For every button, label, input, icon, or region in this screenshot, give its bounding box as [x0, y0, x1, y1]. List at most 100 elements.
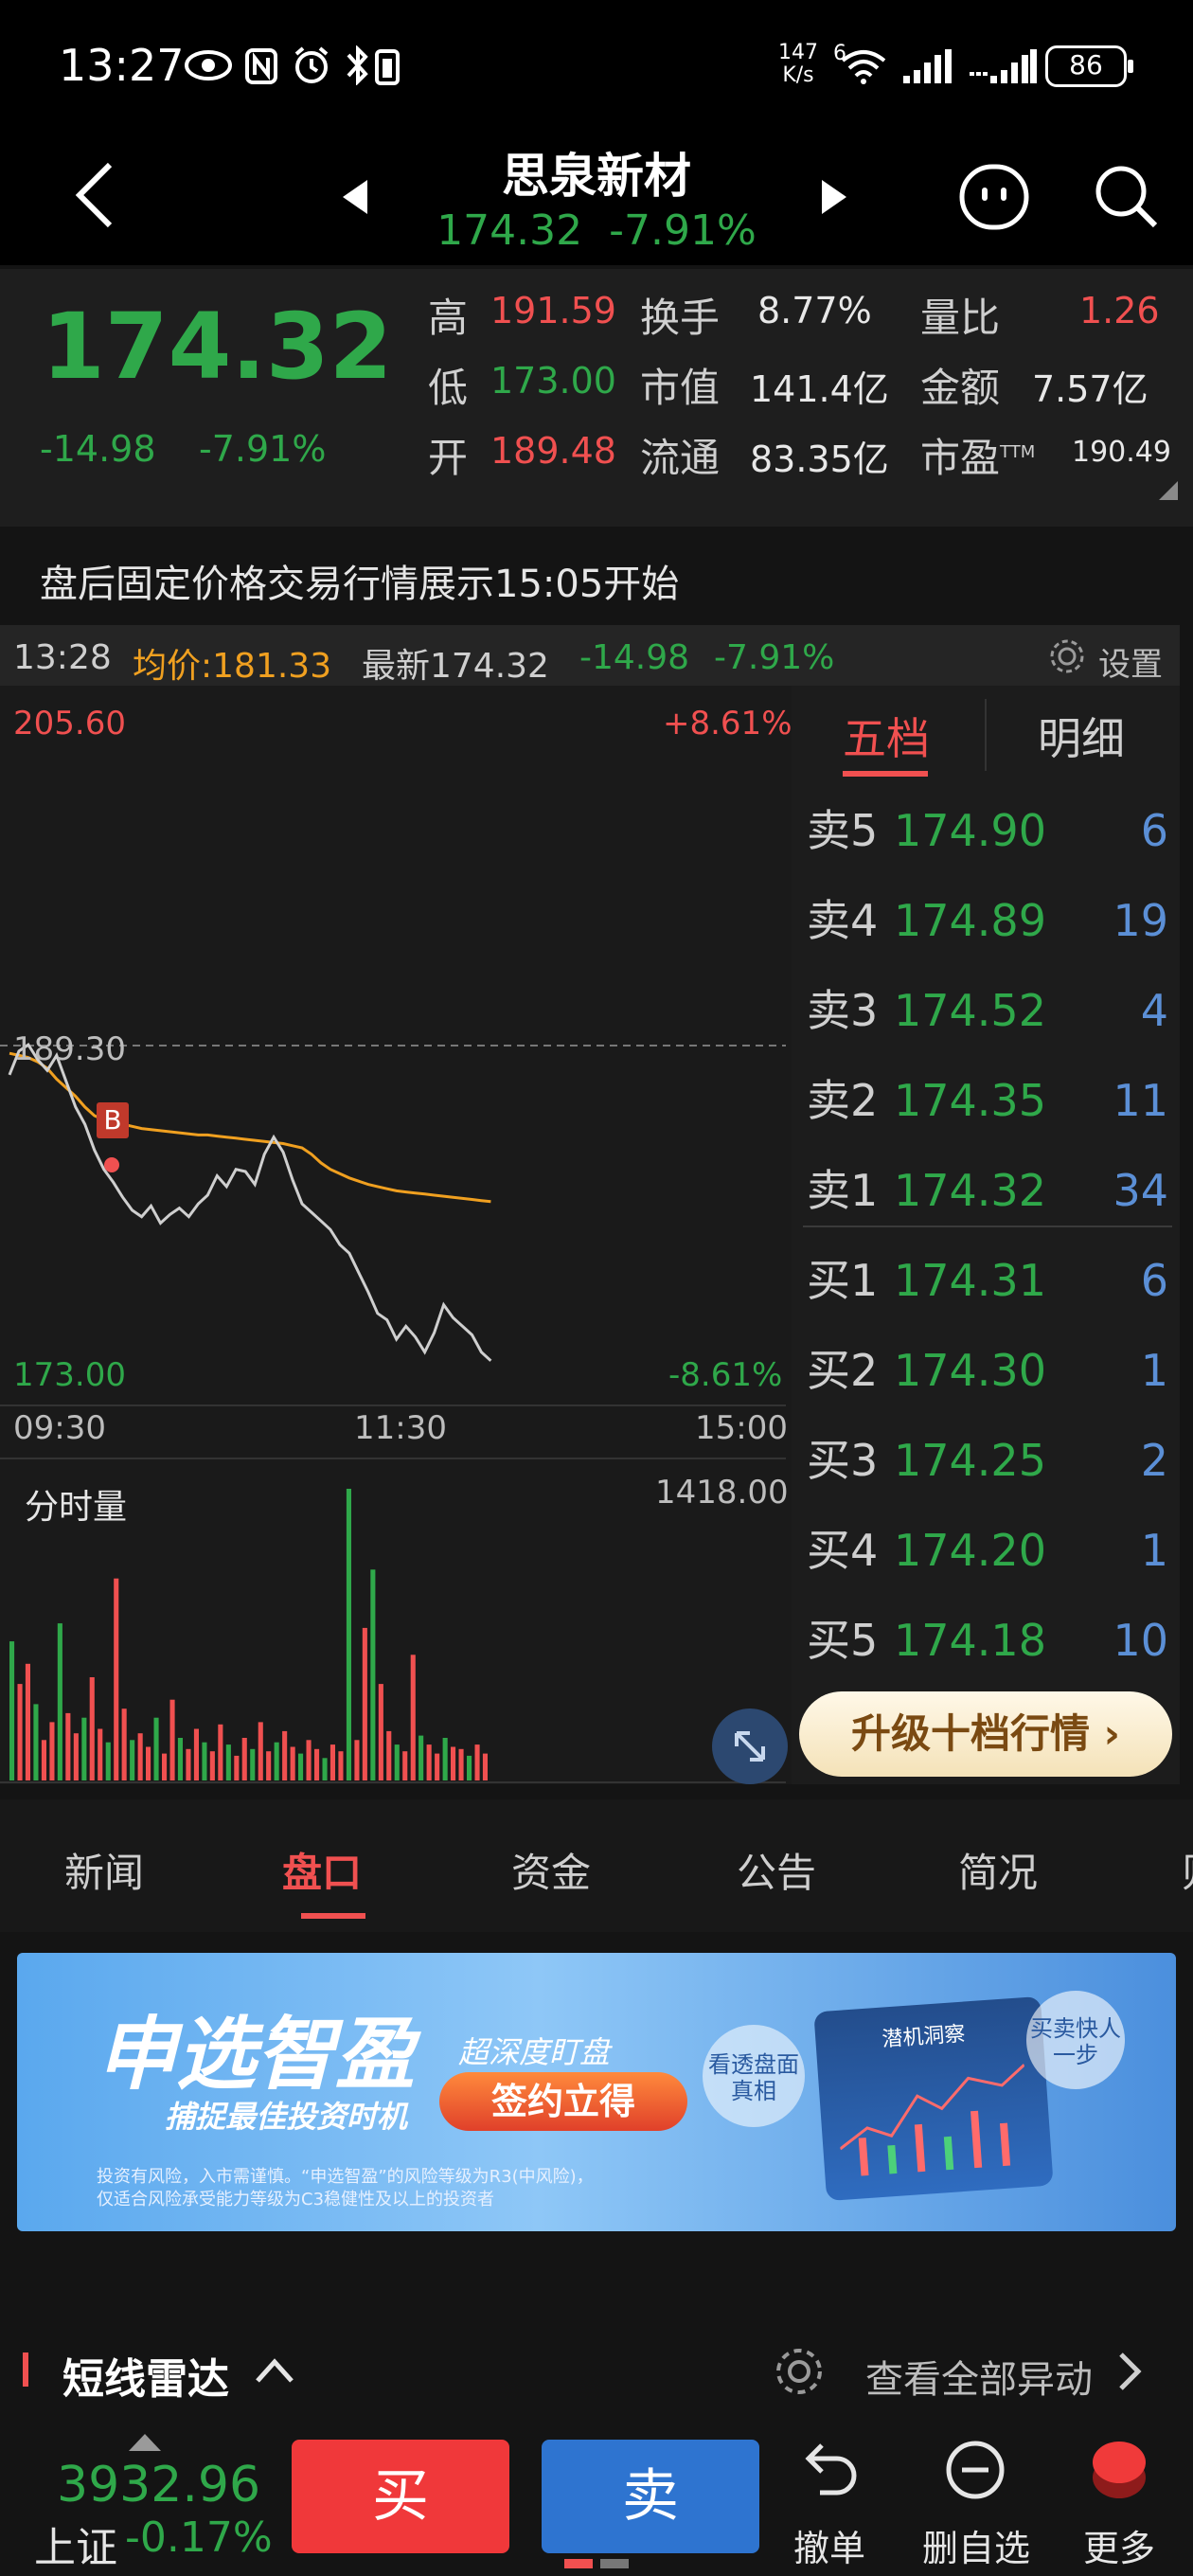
pe-label-text: 市盈: [920, 435, 1001, 481]
order-book-row[interactable]: 买1 174.31 6: [807, 1236, 1176, 1326]
order-book-row-label: 买1: [807, 1255, 879, 1306]
latest-price: 最新174.32: [362, 647, 549, 686]
order-book-row-volume: 2: [1140, 1435, 1168, 1486]
high-label: 高: [428, 295, 469, 341]
settings-button[interactable]: 设置: [1098, 638, 1163, 685]
tab-finance[interactable]: 则: [1182, 1841, 1193, 1899]
order-book-row-label: 卖3: [807, 985, 879, 1036]
order-book-row[interactable]: 卖3 174.52 4: [807, 966, 1176, 1056]
sell-button[interactable]: 卖: [542, 2440, 759, 2553]
chevron-right-icon[interactable]: [1115, 2351, 1144, 2392]
info-time: 13:28: [13, 638, 112, 677]
cancel-order-button[interactable]: 撤单: [786, 2519, 873, 2571]
order-book-row-price: 174.25: [894, 1435, 1046, 1486]
gear-icon[interactable]: [773, 2345, 826, 2398]
tab-details[interactable]: 明细: [1038, 705, 1125, 767]
search-icon[interactable]: [1091, 161, 1163, 233]
after-hours-notice: 盘后固定价格交易行情展示15:05开始: [40, 563, 680, 606]
volume-bar: [41, 1740, 46, 1780]
order-book-row[interactable]: 买3 174.25 2: [807, 1416, 1176, 1506]
order-book-row-price: 174.52: [894, 985, 1046, 1036]
float-label: 流通: [640, 435, 721, 481]
view-all-anomalies[interactable]: 查看全部异动: [865, 2349, 1093, 2404]
banner-cta[interactable]: 签约立得: [439, 2072, 687, 2131]
more-icon[interactable]: [1085, 2430, 1153, 2510]
float-value: 83.35亿: [750, 438, 889, 480]
order-book-row-volume: 19: [1113, 895, 1168, 946]
order-book-row-price: 174.31: [894, 1255, 1046, 1306]
chart-bottom-price: 173.00: [13, 1356, 126, 1394]
chevron-up-icon[interactable]: [254, 2354, 295, 2387]
amount-label: 金额: [920, 365, 1001, 411]
buy-button[interactable]: 买: [292, 2440, 509, 2553]
volume-bar: [137, 1733, 143, 1780]
volume-bar: [258, 1722, 263, 1780]
expand-corner-icon[interactable]: [1157, 479, 1180, 502]
volume-bar: [346, 1489, 351, 1780]
volume-bar: [362, 1627, 367, 1780]
robot-icon[interactable]: [956, 159, 1032, 235]
more-button[interactable]: 更多: [1081, 2519, 1157, 2571]
settings-icon[interactable]: [1047, 636, 1087, 676]
volume-bar: [193, 1728, 199, 1780]
order-book-row-volume: 34: [1113, 1165, 1168, 1216]
volume-bar: [250, 1748, 256, 1780]
volume-bar: [225, 1744, 231, 1780]
banner-screen-title: 潜机洞察: [881, 2022, 967, 2052]
order-book-row[interactable]: 卖5 174.90 6: [807, 786, 1176, 876]
radar-title[interactable]: 短线雷达: [62, 2345, 229, 2406]
info-pct: -7.91%: [714, 638, 835, 677]
promo-banner[interactable]: 申选智盈 捕捉最佳投资时机 超深度盯盘 签约立得 投资有风险，入市需谨慎。“申选…: [17, 1953, 1176, 2231]
upgrade-ten-levels-button[interactable]: 升级十档行情 ›: [799, 1691, 1172, 1777]
buy-signal-marker[interactable]: B: [97, 1102, 129, 1138]
volume-max: 1418.00: [655, 1474, 789, 1512]
tab-funds[interactable]: 资金: [511, 1841, 591, 1899]
order-book-row[interactable]: 买2 174.30 1: [807, 1326, 1176, 1416]
chart-top-price: 205.60: [13, 705, 126, 742]
tab-pankou[interactable]: 盘口: [282, 1841, 362, 1899]
order-book-row[interactable]: 买5 174.18 10: [807, 1596, 1176, 1686]
banner-bubble-2: 买卖快人一步: [1026, 1991, 1125, 2089]
tab-divider: [985, 699, 987, 771]
remove-watchlist-button[interactable]: 删自选: [915, 2519, 1038, 2571]
radar-accent: [23, 2352, 28, 2387]
tab-news[interactable]: 新闻: [64, 1841, 144, 1899]
order-book-row[interactable]: 卖2 174.35 11: [807, 1056, 1176, 1146]
low-label: 低: [428, 365, 469, 411]
volume-bar: [451, 1746, 456, 1780]
nfc-icon: [245, 48, 277, 84]
order-book-row-label: 卖5: [807, 805, 879, 856]
volume-bar: [435, 1753, 440, 1780]
index-up-arrow-icon[interactable]: [127, 2432, 163, 2453]
order-book-row-label: 卖4: [807, 895, 879, 946]
order-book-row[interactable]: 卖4 174.89 19: [807, 876, 1176, 966]
volume-bar: [114, 1578, 119, 1780]
volume-bar: [306, 1740, 312, 1780]
tab-announcements[interactable]: 公告: [737, 1841, 816, 1899]
banner-screen: 潜机洞察: [813, 1995, 1054, 2202]
order-book-row-price: 174.20: [894, 1525, 1046, 1576]
order-book-row-label: 买3: [807, 1435, 879, 1486]
next-stock-icon[interactable]: [818, 178, 850, 216]
order-book-row[interactable]: 卖1 174.32 34: [807, 1146, 1176, 1236]
order-book-row[interactable]: 买4 174.20 1: [807, 1506, 1176, 1596]
tab-overview[interactable]: 简况: [958, 1841, 1038, 1899]
volume-bar: [202, 1742, 207, 1780]
tab-five-levels[interactable]: 五档: [843, 705, 930, 767]
volume-bar: [467, 1755, 472, 1780]
undo-icon[interactable]: [795, 2436, 864, 2504]
index-pct: -0.17%: [125, 2513, 273, 2562]
volratio-value: 1.26: [1079, 290, 1160, 331]
fullscreen-button[interactable]: [712, 1708, 788, 1784]
index-value[interactable]: 3932.96: [57, 2457, 260, 2513]
price-change: -14.98: [40, 428, 156, 470]
volume-bar: [354, 1740, 360, 1780]
banner-brand: 申选智盈: [97, 2008, 416, 2101]
volume-label: 分时量: [25, 1488, 128, 1527]
open-value: 189.48: [490, 430, 616, 472]
remove-watchlist-icon[interactable]: [941, 2436, 1009, 2504]
tab-active-indicator: [843, 771, 928, 777]
intraday-chart-svg: [0, 1042, 786, 1783]
banner-bubble-1: 看透盘面真相: [703, 2025, 805, 2127]
screen: 13:27 147 K/s 6 86 思泉新材 174.32 -7.91% 174…: [0, 0, 1193, 2576]
